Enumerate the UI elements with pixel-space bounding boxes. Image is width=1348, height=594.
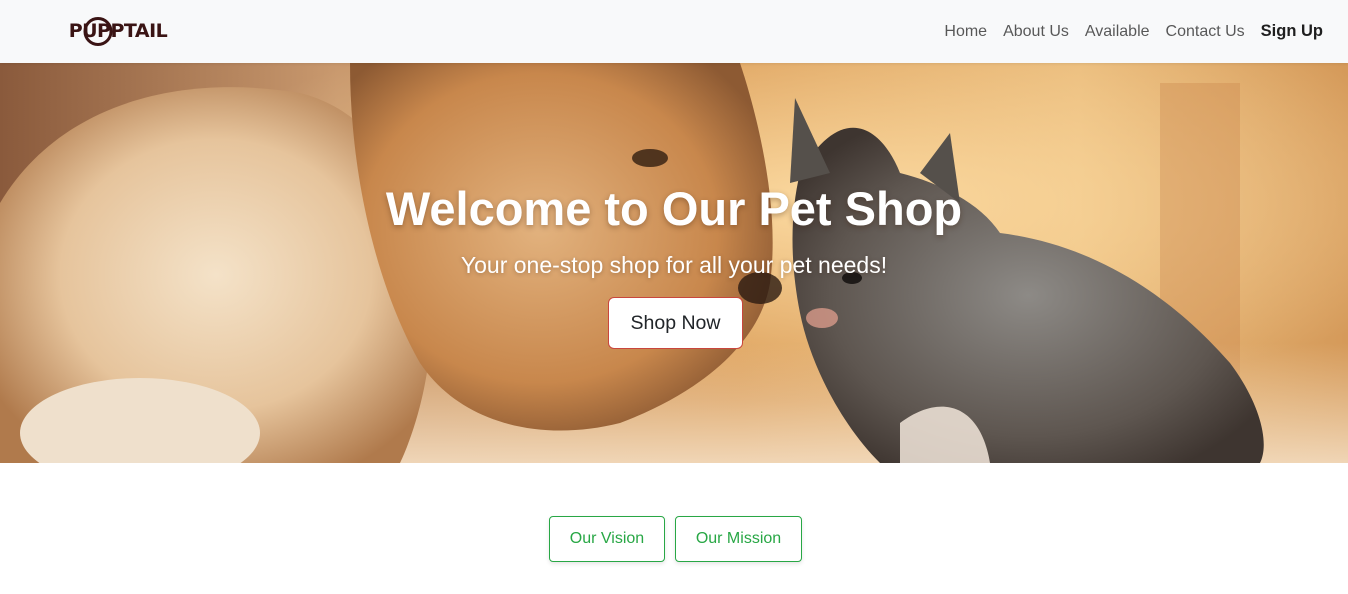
nav-link-contact-us[interactable]: Contact Us [1158, 0, 1253, 63]
hero-section: Welcome to Our Pet Shop Your one-stop sh… [0, 63, 1348, 463]
nav-link-about-us[interactable]: About Us [995, 0, 1077, 63]
nav-links: Home About Us Available Contact Us Sign … [936, 0, 1331, 63]
shop-now-button[interactable]: Shop Now [608, 297, 743, 349]
nav-link-sign-up[interactable]: Sign Up [1253, 0, 1331, 63]
our-mission-button[interactable]: Our Mission [675, 516, 802, 562]
navbar: PUPPTAIL Home About Us Available Contact… [0, 0, 1348, 63]
nav-link-home[interactable]: Home [936, 0, 995, 63]
nav-link-available[interactable]: Available [1077, 0, 1158, 63]
brand-logo[interactable]: PUPPTAIL [64, 14, 172, 48]
hero-title: Welcome to Our Pet Shop [385, 182, 963, 235]
our-vision-button[interactable]: Our Vision [549, 516, 665, 562]
hero-subtitle: Your one-stop shop for all your pet need… [460, 252, 888, 278]
brand-text: PUPPTAIL [69, 20, 168, 42]
